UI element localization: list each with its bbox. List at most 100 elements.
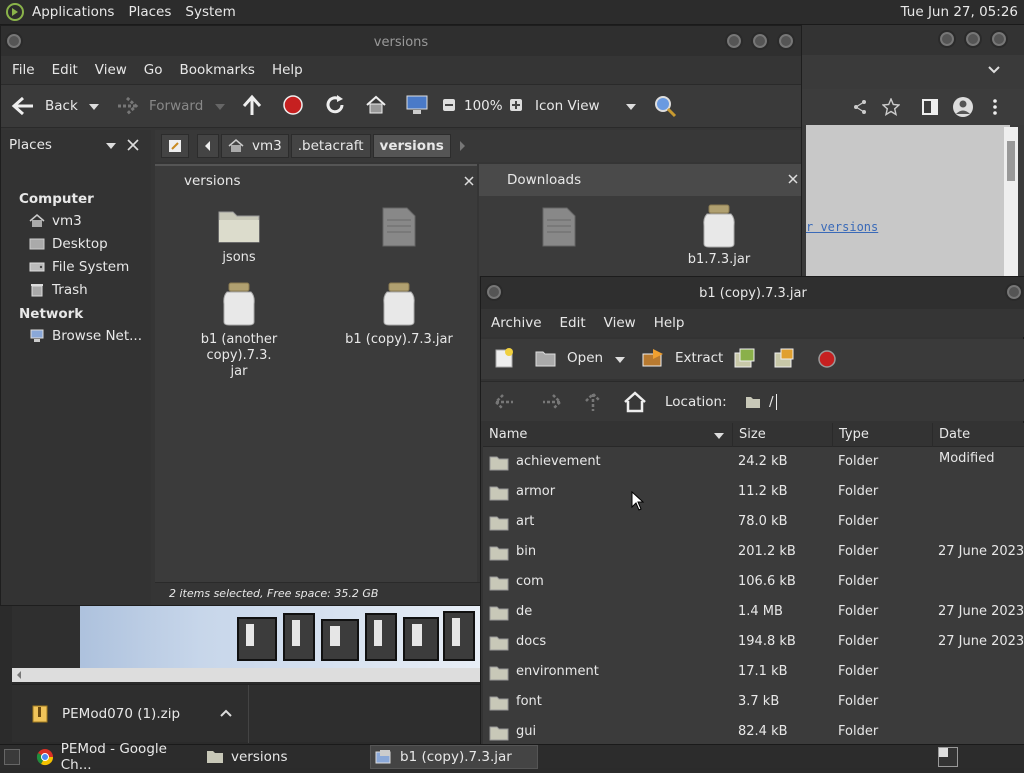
- back-arrow-icon[interactable]: [493, 392, 515, 412]
- file-item[interactable]: [329, 206, 469, 248]
- open-chevron-icon[interactable]: [614, 356, 626, 364]
- menu-file[interactable]: File: [12, 62, 35, 78]
- close-tab-icon[interactable]: [788, 174, 798, 184]
- computer-icon[interactable]: [405, 94, 429, 116]
- show-desktop-button[interactable]: [4, 749, 20, 765]
- file-item[interactable]: jsons: [169, 206, 309, 266]
- close-tab-icon[interactable]: [464, 176, 474, 186]
- ar-titlebar[interactable]: b1 (copy).7.3.jar: [481, 277, 1024, 309]
- view-mode-select[interactable]: Icon View: [535, 98, 600, 114]
- extract-button[interactable]: Extract: [641, 348, 723, 368]
- crumb-betacraft[interactable]: .betacraft: [290, 134, 371, 158]
- table-row[interactable]: de 1.4 MB Folder 27 June 2023, 0: [483, 597, 1024, 627]
- chevron-right-icon[interactable]: [459, 140, 467, 152]
- table-row[interactable]: achievement 24.2 kB Folder: [483, 447, 1024, 477]
- sidebar-item-filesystem[interactable]: File System: [29, 259, 129, 275]
- back-button[interactable]: Back: [11, 95, 78, 117]
- stop-icon[interactable]: [817, 349, 837, 369]
- profile-avatar-icon[interactable]: [952, 96, 974, 118]
- reload-icon[interactable]: [324, 94, 346, 116]
- column-date-modified[interactable]: Date Modified: [933, 423, 1024, 466]
- places-menu[interactable]: Places: [128, 4, 171, 20]
- table-row[interactable]: docs 194.8 kB Folder 27 June 2023, 0: [483, 627, 1024, 657]
- menu-view[interactable]: View: [604, 315, 636, 331]
- location-input[interactable]: /: [745, 390, 1024, 414]
- new-archive-icon[interactable]: [493, 347, 515, 369]
- column-name[interactable]: Name: [483, 423, 733, 447]
- back-history-chevron-icon[interactable]: [88, 103, 100, 111]
- open-button[interactable]: Open: [535, 348, 603, 368]
- tab-downloads[interactable]: Downloads: [479, 164, 801, 196]
- add-files-icon[interactable]: [733, 347, 757, 369]
- task-chrome[interactable]: PEMod - Google Ch...: [36, 741, 200, 773]
- forward-arrow-icon[interactable]: [541, 392, 563, 412]
- menu-help[interactable]: Help: [272, 62, 303, 78]
- scroll-left-icon[interactable]: [14, 668, 24, 682]
- forward-history-chevron-icon[interactable]: [214, 103, 226, 111]
- maximize-button[interactable]: [964, 30, 982, 48]
- sidebar-item-trash[interactable]: Trash: [29, 282, 88, 298]
- minimize-button[interactable]: [938, 30, 956, 48]
- up-arrow-icon[interactable]: [241, 94, 263, 116]
- file-item[interactable]: b1 (another copy).7.3. jar: [169, 282, 309, 380]
- fm-maximize-button[interactable]: [751, 32, 769, 50]
- more-menu-icon[interactable]: [992, 99, 998, 115]
- chevron-down-icon[interactable]: [988, 65, 1000, 75]
- table-row[interactable]: font 3.7 kB Folder: [483, 687, 1024, 717]
- view-mode-chevron-icon[interactable]: [625, 103, 637, 111]
- chevron-up-icon[interactable]: [220, 709, 232, 717]
- file-item[interactable]: b1 (copy).7.3.jar: [329, 282, 469, 348]
- crumb-vm3[interactable]: vm3: [221, 134, 289, 158]
- system-menu[interactable]: System: [185, 4, 235, 20]
- column-type[interactable]: Type: [833, 423, 933, 447]
- menu-archive[interactable]: Archive: [491, 315, 542, 331]
- download-item[interactable]: PEMod070 (1).zip: [32, 705, 180, 723]
- file-item[interactable]: b1.7.3.jar: [649, 204, 789, 268]
- toggle-location-button[interactable]: [161, 134, 189, 158]
- task-versions[interactable]: versions: [206, 745, 366, 769]
- distro-logo-icon[interactable]: [4, 2, 26, 22]
- ar-minimize-button[interactable]: [1005, 283, 1023, 301]
- home-icon[interactable]: [365, 95, 387, 115]
- fm-close-button[interactable]: [777, 32, 795, 50]
- versions-link[interactable]: r versions: [806, 220, 878, 234]
- crumb-versions[interactable]: versions: [372, 134, 451, 158]
- menu-help[interactable]: Help: [654, 315, 685, 331]
- sidebar-item-browse-network[interactable]: Browse Net...: [29, 328, 142, 344]
- task-archive[interactable]: b1 (copy).7.3.jar: [370, 745, 538, 769]
- table-row[interactable]: armor 11.2 kB Folder: [483, 477, 1024, 507]
- path-back-button[interactable]: [197, 134, 219, 158]
- places-chevron-icon[interactable]: [105, 142, 117, 150]
- applications-menu[interactable]: Applications: [32, 4, 114, 20]
- chrome-scrollbar[interactable]: [1004, 127, 1018, 277]
- forward-button[interactable]: Forward: [115, 95, 203, 117]
- menu-view[interactable]: View: [95, 62, 127, 78]
- fm-titlebar[interactable]: versions: [1, 26, 801, 56]
- column-size[interactable]: Size: [733, 423, 833, 447]
- sidepanel-icon[interactable]: [922, 99, 938, 115]
- close-sidebar-icon[interactable]: [127, 139, 139, 151]
- workspace-switcher[interactable]: [938, 747, 958, 767]
- sidebar-item-vm3[interactable]: vm3: [29, 213, 82, 229]
- zoom-out-icon[interactable]: [442, 98, 456, 112]
- fm-minimize-button[interactable]: [725, 32, 743, 50]
- menu-edit[interactable]: Edit: [52, 62, 78, 78]
- add-folder-icon[interactable]: [773, 347, 797, 369]
- star-icon[interactable]: [882, 98, 900, 116]
- share-icon[interactable]: [852, 99, 868, 115]
- table-row[interactable]: art 78.0 kB Folder: [483, 507, 1024, 537]
- sidebar-item-desktop[interactable]: Desktop: [29, 236, 108, 252]
- menu-edit[interactable]: Edit: [560, 315, 586, 331]
- table-row[interactable]: com 106.6 kB Folder: [483, 567, 1024, 597]
- clock[interactable]: Tue Jun 27, 05:26: [901, 4, 1018, 20]
- table-row[interactable]: bin 201.2 kB Folder 27 June 2023, 0: [483, 537, 1024, 567]
- tab-versions[interactable]: versions: [155, 164, 477, 196]
- table-row[interactable]: gui 82.4 kB Folder: [483, 717, 1024, 747]
- menu-go[interactable]: Go: [144, 62, 163, 78]
- menu-bookmarks[interactable]: Bookmarks: [180, 62, 255, 78]
- table-row[interactable]: environment 17.1 kB Folder: [483, 657, 1024, 687]
- file-item[interactable]: [489, 206, 629, 248]
- search-icon[interactable]: [653, 94, 677, 118]
- places-select[interactable]: Places: [9, 137, 52, 153]
- up-arrow-icon[interactable]: [583, 391, 603, 413]
